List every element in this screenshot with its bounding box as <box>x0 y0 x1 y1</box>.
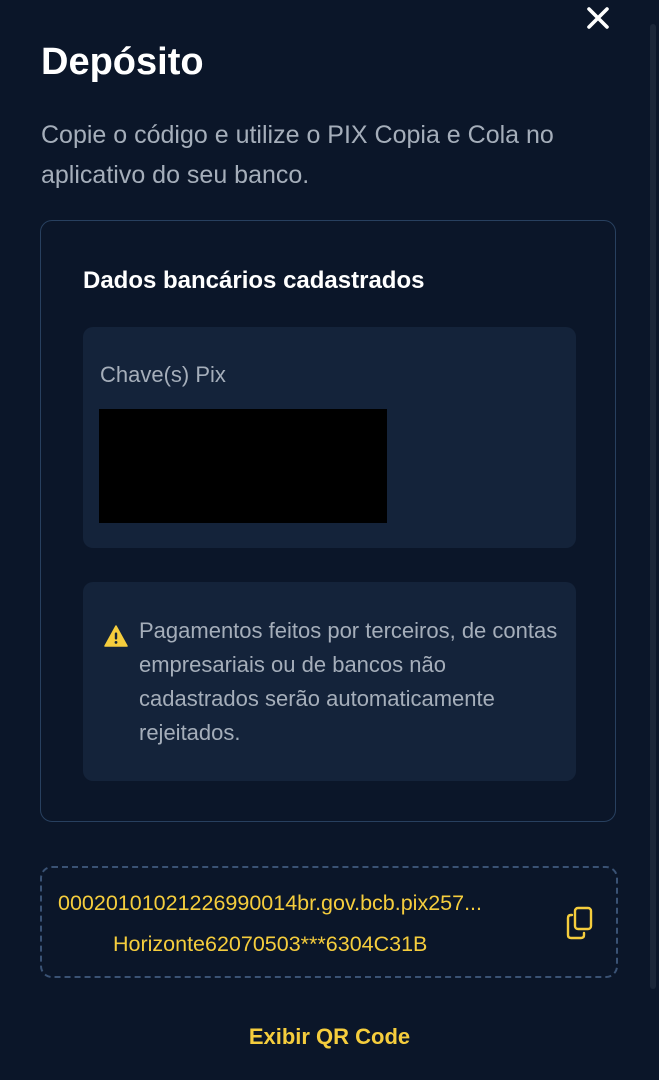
show-qr-code-button[interactable]: Exibir QR Code <box>0 1022 659 1052</box>
close-icon <box>586 6 610 30</box>
pix-key-panel: Chave(s) Pix <box>83 327 576 548</box>
scrollbar[interactable] <box>650 24 656 989</box>
pix-key-value-redacted <box>99 409 387 523</box>
pix-copy-paste-code[interactable]: 00020101021226990014br.gov.bcb.pix257...… <box>40 866 618 978</box>
page-subtitle: Copie o código e utilize o PIX Copia e C… <box>41 121 554 189</box>
warning-icon <box>104 625 128 647</box>
pix-key-label: Chave(s) Pix <box>100 362 226 387</box>
bank-data-card: Dados bancários cadastrados Chave(s) Pix… <box>40 220 616 822</box>
bank-data-title: Dados bancários cadastrados <box>83 267 425 294</box>
pix-code-line-1: 00020101021226990014br.gov.bcb.pix257... <box>58 891 483 915</box>
copy-icon[interactable] <box>565 906 595 940</box>
close-button[interactable] <box>582 2 614 34</box>
pix-code-line-2: Horizonte62070503***6304C31B <box>113 932 428 956</box>
warning-text: Pagamentos feitos por terceiros, de cont… <box>139 618 558 745</box>
warning-panel: Pagamentos feitos por terceiros, de cont… <box>83 582 576 781</box>
page-title: Depósito <box>41 41 204 83</box>
